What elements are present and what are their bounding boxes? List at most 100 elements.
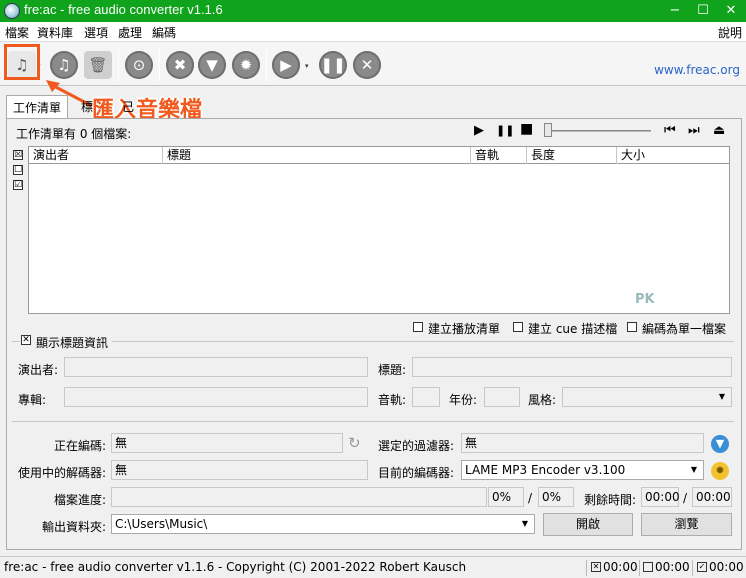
year-label: 年份: <box>449 393 478 407</box>
column-length[interactable]: 長度 <box>527 147 617 164</box>
output-folder-combobox[interactable]: C:\Users\Music\ ▼ <box>111 514 535 534</box>
eject-icon[interactable]: ⏏ <box>713 123 725 138</box>
encoding-field: 無 <box>111 433 343 453</box>
stop-encode-icon[interactable]: ✕ <box>353 51 381 79</box>
total-progress-value: 0% <box>538 487 574 507</box>
time-total: 00:00 <box>692 487 732 507</box>
track-field[interactable] <box>412 387 440 407</box>
create-cue-label: 建立 cue 描述檔 <box>528 322 618 336</box>
title-field[interactable] <box>412 357 732 377</box>
app-icon <box>4 3 20 19</box>
menu-encode[interactable]: 編碼 <box>152 24 176 41</box>
tab-second[interactable]: 標 <box>75 95 99 117</box>
menu-options[interactable]: 選項 <box>84 24 108 41</box>
menu-process[interactable]: 處理 <box>118 24 142 41</box>
output-folder-value: C:\Users\Music\ <box>115 517 208 531</box>
toggle-selection-checkbox[interactable]: ☑ <box>13 180 23 190</box>
decoder-field: 無 <box>111 460 368 480</box>
gear-icon[interactable]: ✹ <box>232 51 260 79</box>
year-field[interactable] <box>484 387 520 407</box>
status-bar: fre:ac - free audio converter v1.1.6 - C… <box>0 556 746 578</box>
create-cue-checkbox[interactable] <box>513 322 523 332</box>
menu-database[interactable]: 資料庫 <box>37 24 73 41</box>
tab-third[interactable]: 己 <box>116 95 140 117</box>
group-line <box>12 421 734 422</box>
browse-button[interactable]: 瀏覽 <box>641 513 732 536</box>
joblist-count: 工作清單有 0 個檔案: <box>16 127 132 141</box>
decoder-label: 使用中的解碼器: <box>18 466 107 480</box>
column-size[interactable]: 大小 <box>617 147 730 164</box>
previous-track-icon[interactable]: ⏮ <box>664 123 676 138</box>
statusbar-x-icon: ✕ <box>591 562 601 572</box>
settings-tools-icon[interactable]: ✖ <box>166 51 194 79</box>
statusbar-time-1: 00:00 <box>603 560 638 574</box>
remove-files-icon[interactable]: 🗑 <box>84 51 112 79</box>
artist-label: 演出者: <box>18 363 59 377</box>
encoder-value: LAME MP3 Encoder v3.100 <box>465 463 626 477</box>
seek-slider-handle[interactable] <box>544 123 552 137</box>
encode-single-label: 編碼為單一檔案 <box>642 322 727 336</box>
toolbar: ♫ ▾ ♫ 🗑 ⊙ ✖ ▼ ✹ ▶ ▾ ❚❚ ✕ www.freac.org <box>0 42 746 86</box>
play-icon[interactable]: ▶ <box>474 123 484 138</box>
show-title-info-checkbox[interactable]: ✕ <box>21 335 31 345</box>
encoder-combobox[interactable]: LAME MP3 Encoder v3.100 ▼ <box>461 460 704 480</box>
filter-label: 選定的過濾器: <box>378 439 455 453</box>
progress-label: 檔案進度: <box>54 493 107 507</box>
statusbar-time-3: 00:00 <box>709 560 744 574</box>
copyright-text: fre:ac - free audio converter v1.1.6 - C… <box>4 560 467 574</box>
pause-icon[interactable]: ❚❚ <box>496 124 514 137</box>
create-playlist-checkbox[interactable] <box>413 322 423 332</box>
window-title: fre:ac - free audio converter v1.1.6 <box>24 2 223 17</box>
stop-icon[interactable]: ■ <box>520 121 533 137</box>
menu-help[interactable]: 說明 <box>718 24 742 41</box>
highlight-box <box>4 44 40 80</box>
group-line <box>112 341 734 342</box>
next-track-icon[interactable]: ⏭ <box>688 123 700 138</box>
file-progress-value: 0% <box>488 487 524 507</box>
column-artist[interactable]: 演出者 <box>29 147 163 164</box>
dropdown-icon: ▼ <box>521 519 529 528</box>
artist-field[interactable] <box>64 357 368 377</box>
column-title[interactable]: 標題 <box>163 147 471 164</box>
genre-combobox[interactable]: ▼ <box>562 387 732 407</box>
encoding-label: 正在編碼: <box>54 439 107 453</box>
close-button[interactable]: ✕ <box>720 2 742 20</box>
watermark: PK <box>635 292 655 307</box>
pause-encode-icon[interactable]: ❚❚ <box>319 51 347 79</box>
open-folder-button[interactable]: 開啟 <box>543 513 633 536</box>
filter-info-icon[interactable]: ▼ <box>711 435 729 453</box>
minimize-button[interactable]: − <box>664 2 686 20</box>
progress-separator: / <box>528 491 533 505</box>
output-folder-label: 輸出資料夾: <box>42 520 107 534</box>
statusbar-separator <box>639 560 640 576</box>
toolbar-separator <box>118 49 119 81</box>
select-all-checkbox[interactable]: ☒ <box>13 150 23 160</box>
statusbar-separator <box>586 560 587 576</box>
encode-dropdown-icon[interactable]: ▾ <box>305 62 309 70</box>
tab-worklist[interactable]: 工作清單 <box>6 95 69 119</box>
remaining-label: 剩餘時間: <box>584 493 637 507</box>
seek-slider[interactable] <box>548 130 651 132</box>
joblist[interactable]: PK <box>28 164 730 314</box>
add-cd-icon[interactable]: ♫ <box>50 51 78 79</box>
encoder-settings-gear-icon[interactable]: ✹ <box>711 462 729 480</box>
column-track[interactable]: 音軌 <box>471 147 527 164</box>
album-field[interactable] <box>64 387 368 407</box>
time-separator: / <box>683 491 688 505</box>
statusbar-time-2: 00:00 <box>655 560 690 574</box>
toolbar-separator <box>159 49 160 81</box>
title-bar: fre:ac - free audio converter v1.1.6 − ☐… <box>0 0 746 22</box>
cddb-query-icon[interactable]: ⊙ <box>125 51 153 79</box>
statusbar-separator <box>692 560 693 576</box>
filter-icon[interactable]: ▼ <box>198 51 226 79</box>
maximize-button[interactable]: ☐ <box>692 2 714 20</box>
dropdown-icon: ▼ <box>718 392 726 401</box>
website-link[interactable]: www.freac.org <box>654 63 740 77</box>
refresh-icon[interactable]: ↻ <box>348 434 361 452</box>
menu-file[interactable]: 檔案 <box>5 24 29 41</box>
toolbar-separator <box>266 49 267 81</box>
encode-play-icon[interactable]: ▶ <box>272 51 300 79</box>
menu-bar: 檔案 資料庫 選項 處理 編碼 說明 <box>0 22 746 42</box>
select-none-checkbox[interactable]: ☐ <box>13 165 23 175</box>
encode-single-checkbox[interactable] <box>627 322 637 332</box>
